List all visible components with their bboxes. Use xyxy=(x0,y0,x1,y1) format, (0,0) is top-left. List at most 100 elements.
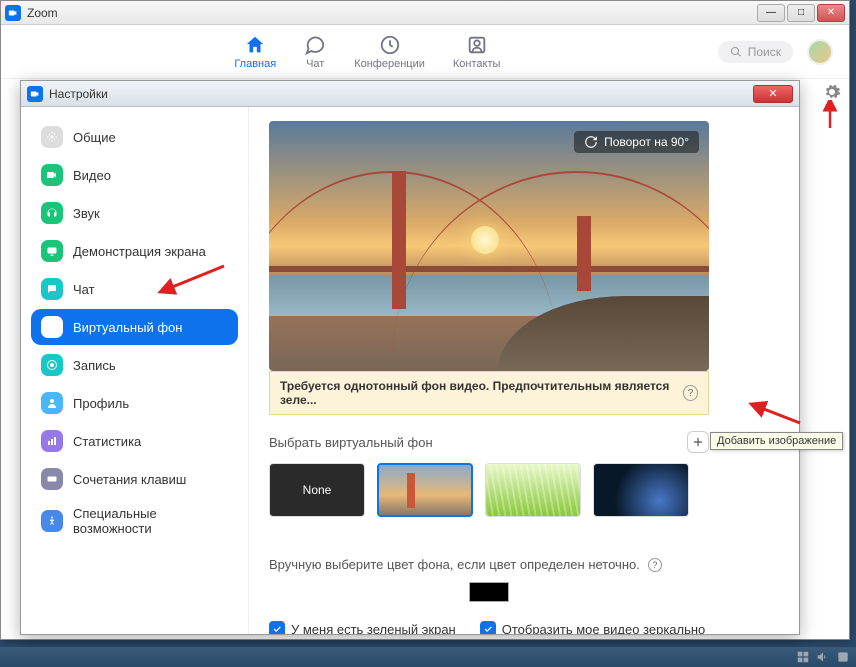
window-title: Zoom xyxy=(27,6,757,20)
sidebar-item-label: Видео xyxy=(73,168,111,183)
tray-icon[interactable] xyxy=(796,650,810,664)
bg-thumb-bridge[interactable] xyxy=(377,463,473,517)
sidebar-item-label: Звук xyxy=(73,206,100,221)
bg-thumb-none[interactable]: None xyxy=(269,463,365,517)
recording-icon xyxy=(41,354,63,376)
checkboxes-row: У меня есть зеленый экран Отобразить мое… xyxy=(269,621,709,634)
rotate-icon xyxy=(584,135,598,149)
manual-color-row: Вручную выберите цвет фона, если цвет оп… xyxy=(269,557,709,572)
close-button[interactable]: ✕ xyxy=(817,4,845,22)
preview-tower xyxy=(392,171,406,309)
keyboard-icon xyxy=(41,468,63,490)
sidebar-item-audio[interactable]: Звук xyxy=(31,195,238,231)
nav-meetings[interactable]: Конференции xyxy=(354,34,425,70)
manual-label: Вручную выберите цвет фона, если цвет оп… xyxy=(269,557,640,572)
sidebar-item-video[interactable]: Видео xyxy=(31,157,238,193)
video-icon xyxy=(41,164,63,186)
contacts-icon xyxy=(466,34,488,56)
sidebar-item-accessibility[interactable]: Специальные возможности xyxy=(31,499,238,543)
profile-icon xyxy=(41,392,63,414)
settings-close-button[interactable]: ✕ xyxy=(753,85,793,103)
minimize-button[interactable]: — xyxy=(757,4,785,22)
sidebar-item-general[interactable]: Общие xyxy=(31,119,238,155)
warning-text: Требуется однотонный фон видео. Предпочт… xyxy=(280,379,683,407)
search-placeholder: Поиск xyxy=(748,45,781,59)
plus-icon xyxy=(691,435,705,449)
taskbar xyxy=(0,647,856,667)
annotation-arrow-gear xyxy=(822,100,838,135)
tray-icon[interactable] xyxy=(836,650,850,664)
rotate-90-button[interactable]: Поворот на 90° xyxy=(574,131,699,153)
sidebar-item-virtual-bg[interactable]: Виртуальный фон xyxy=(31,309,238,345)
sidebar-item-label: Запись xyxy=(73,358,116,373)
sidebar-item-label: Демонстрация экрана xyxy=(73,244,206,259)
sidebar-item-label: Профиль xyxy=(73,396,129,411)
sidebar-item-label: Общие xyxy=(73,130,116,145)
nav-tabs: Главная Чат Конференции Контакты xyxy=(234,34,500,70)
choose-bg-label: Выбрать виртуальный фон xyxy=(269,435,433,450)
nav-home[interactable]: Главная xyxy=(234,34,276,70)
sidebar-item-shortcuts[interactable]: Сочетания клавиш xyxy=(31,461,238,497)
nav-meetings-label: Конференции xyxy=(354,58,425,70)
home-icon xyxy=(244,34,266,56)
chat-icon xyxy=(304,34,326,56)
settings-window: Настройки ✕ Общие Видео Звук Демонстраци… xyxy=(20,80,800,635)
sidebar-item-share[interactable]: Демонстрация экрана xyxy=(31,233,238,269)
sidebar-item-label: Сочетания клавиш xyxy=(73,472,186,487)
sidebar-item-recording[interactable]: Запись xyxy=(31,347,238,383)
checkbox-checked-icon xyxy=(480,621,496,634)
sidebar-item-label: Виртуальный фон xyxy=(73,320,182,335)
sidebar-item-label: Чат xyxy=(73,282,95,297)
search-icon xyxy=(730,46,742,58)
mirror-video-checkbox[interactable]: Отобразить мое видео зеркально xyxy=(480,621,706,634)
nav-chat[interactable]: Чат xyxy=(304,34,326,70)
settings-title-bar: Настройки ✕ xyxy=(21,81,799,107)
settings-content: Поворот на 90° Требуется однотонный фон … xyxy=(249,107,799,634)
tray-volume-icon[interactable] xyxy=(816,650,830,664)
nav-chat-label: Чат xyxy=(306,58,324,70)
thumb-none-label: None xyxy=(303,483,332,497)
add-image-tooltip: Добавить изображение xyxy=(710,432,843,450)
color-swatch[interactable] xyxy=(469,582,509,602)
nav-contacts[interactable]: Контакты xyxy=(453,34,501,70)
nav-home-label: Главная xyxy=(234,58,276,70)
bg-thumb-grass[interactable] xyxy=(485,463,581,517)
help-icon[interactable]: ? xyxy=(683,385,698,401)
maximize-button[interactable]: □ xyxy=(787,4,815,22)
sidebar-item-chat[interactable]: Чат xyxy=(31,271,238,307)
accessibility-icon xyxy=(41,510,63,532)
help-icon[interactable]: ? xyxy=(648,558,662,572)
bg-thumb-space[interactable] xyxy=(593,463,689,517)
chat-icon xyxy=(41,278,63,300)
zoom-app-icon xyxy=(27,86,43,102)
settings-body: Общие Видео Звук Демонстрация экрана Чат… xyxy=(21,107,799,634)
sidebar-item-stats[interactable]: Статистика xyxy=(31,423,238,459)
manual-color-section: Вручную выберите цвет фона, если цвет оп… xyxy=(269,557,709,634)
rotate-label: Поворот на 90° xyxy=(604,135,689,149)
add-background-button[interactable] xyxy=(687,431,709,453)
green-screen-checkbox[interactable]: У меня есть зеленый экран xyxy=(269,621,456,634)
nav-right: Поиск xyxy=(718,39,833,65)
bg-thumbnails: None xyxy=(269,463,709,517)
choose-bg-row: Выбрать виртуальный фон xyxy=(269,431,709,453)
checkbox-checked-icon xyxy=(269,621,285,634)
search-input[interactable]: Поиск xyxy=(718,41,793,63)
warning-bar: Требуется однотонный фон видео. Предпочт… xyxy=(269,371,709,415)
share-icon xyxy=(41,240,63,262)
settings-sidebar: Общие Видео Звук Демонстрация экрана Чат… xyxy=(21,107,249,634)
main-title-bar: Zoom — □ ✕ xyxy=(1,1,849,25)
sidebar-item-label: Специальные возможности xyxy=(73,506,228,536)
sidebar-item-label: Статистика xyxy=(73,434,141,449)
sidebar-item-profile[interactable]: Профиль xyxy=(31,385,238,421)
preview-bridge-deck xyxy=(269,266,709,272)
avatar[interactable] xyxy=(807,39,833,65)
mirror-label: Отобразить мое видео зеркально xyxy=(502,622,706,635)
video-preview: Поворот на 90° xyxy=(269,121,709,371)
window-controls: — □ ✕ xyxy=(757,4,845,22)
top-nav: Главная Чат Конференции Контакты Поиск xyxy=(1,25,849,79)
color-swatch-row xyxy=(269,582,709,607)
preview-tower xyxy=(577,216,591,291)
audio-icon xyxy=(41,202,63,224)
settings-title: Настройки xyxy=(49,87,753,101)
virtual-bg-icon xyxy=(41,316,63,338)
